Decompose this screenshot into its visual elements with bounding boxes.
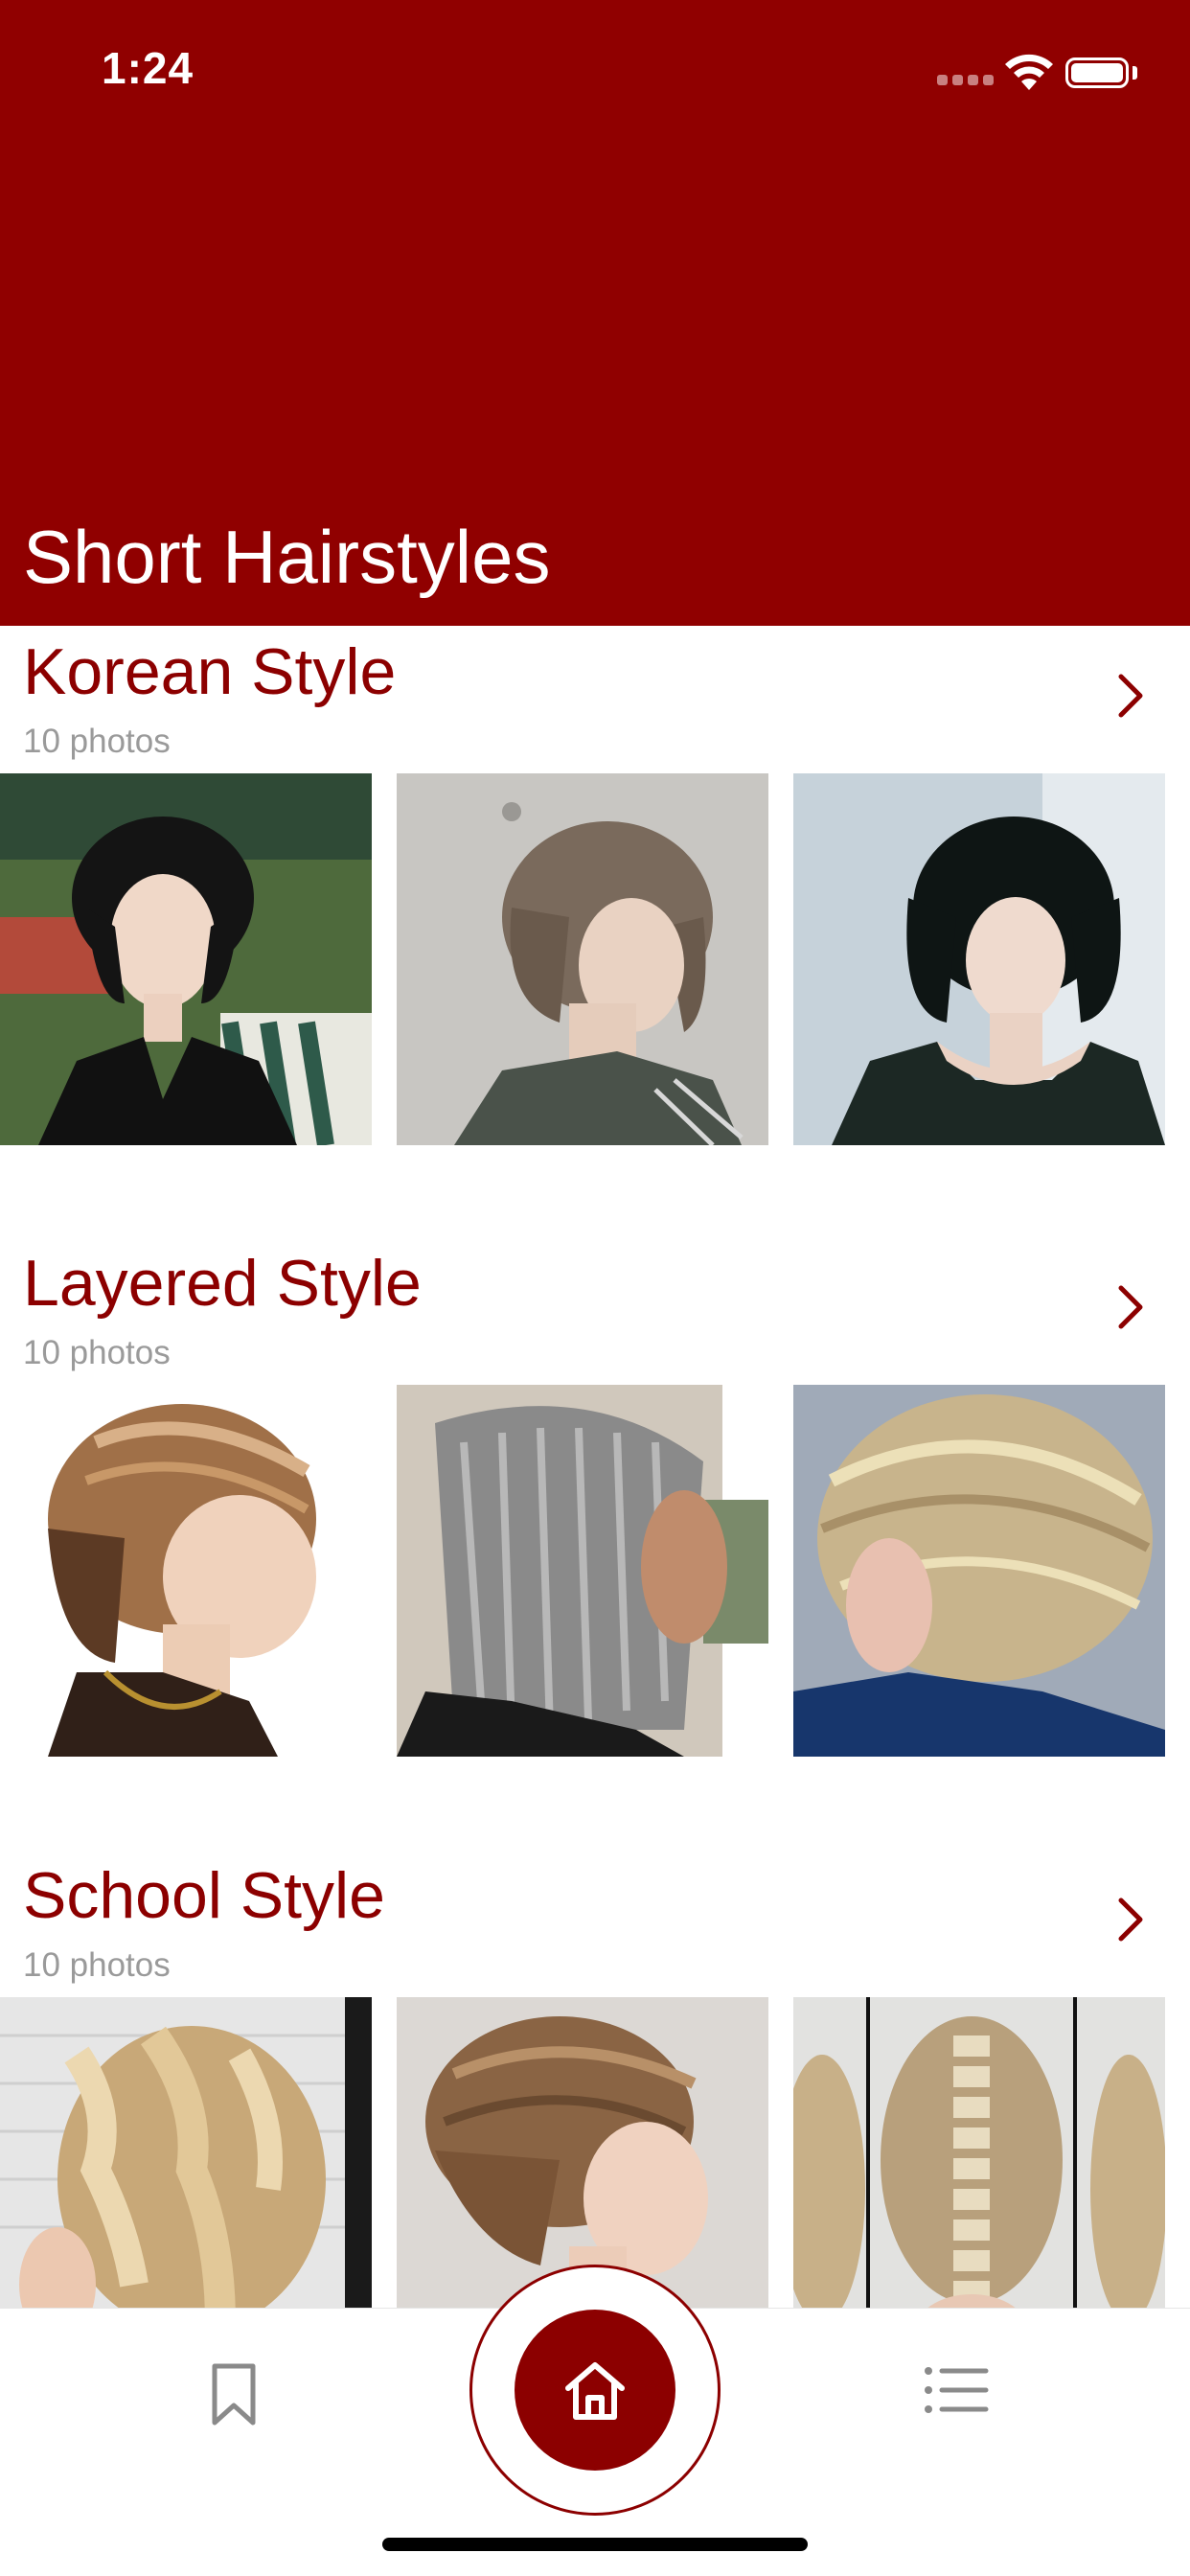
section-title[interactable]: Layered Style: [23, 1246, 422, 1321]
section-layered-style[interactable]: Layered Style 10 photos: [0, 1246, 1190, 1763]
page-title: Short Hairstyles: [23, 515, 551, 599]
bookmark-icon[interactable]: [205, 2361, 263, 2428]
photo-thumbnail[interactable]: [793, 773, 1165, 1145]
list-icon[interactable]: [923, 2361, 990, 2419]
section-photo-count: 10 photos: [23, 1334, 171, 1371]
section-title[interactable]: School Style: [23, 1858, 385, 1933]
photo-thumbnail[interactable]: [0, 773, 372, 1145]
header: 1:24 Short Hairstyles: [0, 0, 1190, 626]
chevron-right-icon[interactable]: [1111, 1895, 1150, 1944]
photo-row: [0, 773, 1190, 1145]
photo-thumbnail[interactable]: [0, 1385, 372, 1757]
home-indicator: [382, 2538, 808, 2551]
photo-thumbnail[interactable]: [397, 1385, 768, 1757]
battery-icon: [1065, 58, 1129, 88]
status-time: 1:24: [102, 43, 195, 93]
cellular-signal-icon: [937, 75, 994, 85]
photo-thumbnail[interactable]: [397, 773, 768, 1145]
chevron-right-icon[interactable]: [1111, 1282, 1150, 1332]
photo-thumbnail[interactable]: [793, 1385, 1165, 1757]
home-button[interactable]: [515, 2310, 675, 2471]
section-korean-style[interactable]: Korean Style 10 photos: [0, 634, 1190, 1152]
section-photo-count: 10 photos: [23, 723, 171, 760]
wifi-icon: [1005, 54, 1053, 90]
photo-row: [0, 1385, 1190, 1757]
section-title[interactable]: Korean Style: [23, 634, 396, 709]
home-icon: [565, 2362, 625, 2420]
chevron-right-icon[interactable]: [1111, 671, 1150, 721]
section-photo-count: 10 photos: [23, 1946, 171, 1984]
battery-tip: [1133, 66, 1137, 80]
